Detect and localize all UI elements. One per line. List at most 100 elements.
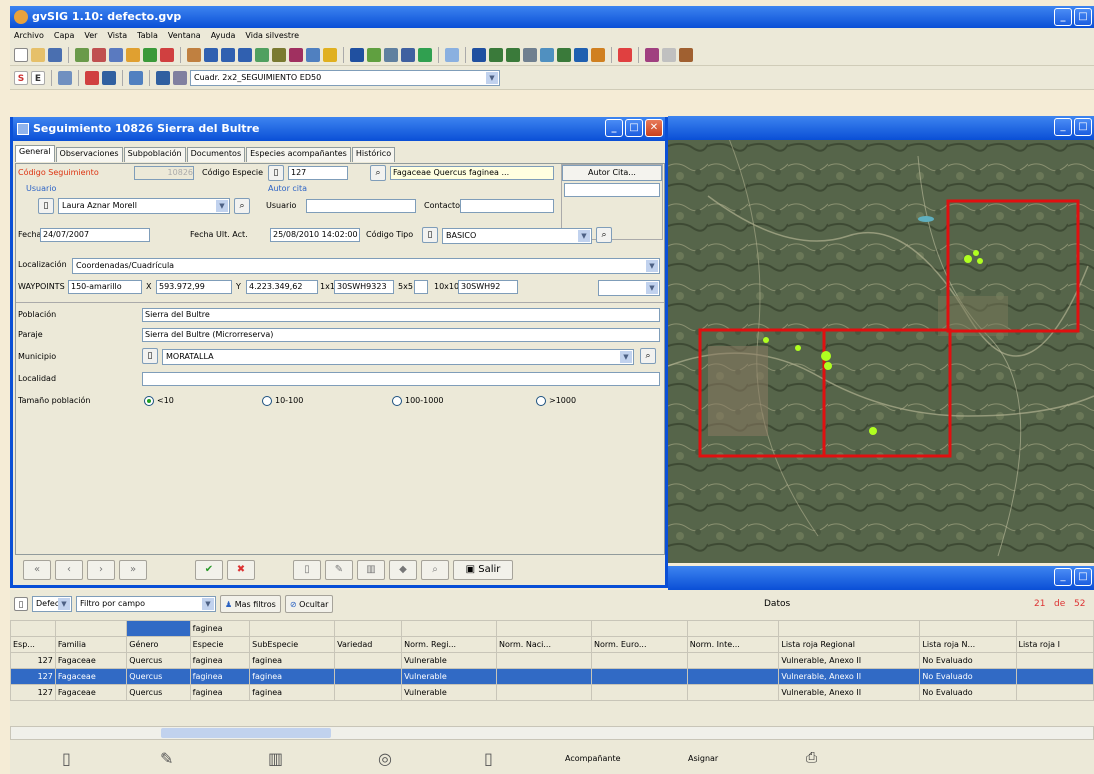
filter-cell[interactable] xyxy=(334,620,403,637)
column-header[interactable]: Norm. Inte... xyxy=(686,636,780,653)
grid-icon[interactable] xyxy=(173,70,187,85)
column-header[interactable]: SubEspecie xyxy=(249,636,336,653)
column-header[interactable]: Norm. Regi... xyxy=(401,636,497,653)
filter-cell[interactable] xyxy=(495,620,592,637)
delete-record-button[interactable]: ▥ xyxy=(357,560,385,580)
table-row[interactable]: 127 Fagaceae Quercus faginea faginea Vulnerab… xyxy=(10,652,1094,669)
asignar-button[interactable]: Asignar xyxy=(688,754,718,763)
target-icon[interactable] xyxy=(160,47,174,62)
find-record-button[interactable]: ⌕ xyxy=(421,560,449,580)
dialog-minimize-button[interactable]: _ xyxy=(605,119,623,137)
accept-button[interactable]: ✔ xyxy=(195,560,223,580)
filter-cell[interactable] xyxy=(686,620,780,637)
horizontal-scrollbar[interactable] xyxy=(10,726,1094,740)
municipio-doc-icon[interactable]: ▯ xyxy=(142,348,158,364)
view-icon[interactable]: ◎ xyxy=(378,749,392,768)
tamano-opt-2[interactable]: 10-100 xyxy=(262,394,303,408)
edit-icon[interactable] xyxy=(126,47,140,62)
tamano-opt-1[interactable]: <10 xyxy=(144,394,174,408)
edit-icon[interactable]: ✎ xyxy=(160,749,173,768)
filter-cell[interactable] xyxy=(54,620,128,637)
table-minimize-button[interactable]: _ xyxy=(1054,568,1072,586)
filter-icon[interactable] xyxy=(618,47,632,62)
new-icon[interactable] xyxy=(14,47,28,62)
menu-item[interactable]: Ayuda xyxy=(211,28,236,44)
chevron-down-icon[interactable]: ▼ xyxy=(578,230,590,242)
save-icon[interactable] xyxy=(48,47,62,62)
properties-icon[interactable] xyxy=(662,47,676,62)
info-icon[interactable] xyxy=(350,47,364,62)
y-field[interactable]: 4.223.349,62 xyxy=(246,280,318,294)
tab-subpoblacion[interactable]: Subpoblación xyxy=(123,147,186,162)
tab-historico[interactable]: Histórico xyxy=(351,147,396,162)
x-field[interactable]: 593.972,99 xyxy=(156,280,232,294)
table-doc-icon[interactable]: ▯ xyxy=(14,597,28,611)
chevron-down-icon[interactable]: ▼ xyxy=(646,282,658,294)
localidad-field[interactable] xyxy=(142,372,660,386)
radio-icon[interactable] xyxy=(262,395,272,406)
layer-select-icon[interactable] xyxy=(129,70,143,85)
ocultar-button[interactable]: ⊘ Ocultar xyxy=(284,595,334,613)
poblacion-field[interactable]: Sierra del Bultre xyxy=(142,308,660,322)
usuario-combo[interactable]: Laura Aznar Morell ▼ xyxy=(58,198,230,214)
select-icon[interactable] xyxy=(323,47,337,62)
view-icon[interactable] xyxy=(109,47,123,62)
pointer-icon[interactable] xyxy=(472,47,486,62)
open-icon[interactable] xyxy=(31,47,45,62)
new-record-button[interactable]: ▯ xyxy=(293,560,321,580)
filter-cell[interactable] xyxy=(919,620,1017,637)
chevron-down-icon[interactable]: ▼ xyxy=(58,598,70,610)
q10-combo[interactable]: ▼ xyxy=(598,280,660,296)
menu-item[interactable]: Vida silvestre xyxy=(245,28,299,44)
paraje-field[interactable]: Sierra del Bultre (Microrreserva) xyxy=(142,328,660,342)
table-icon[interactable] xyxy=(92,47,106,62)
flag-icon[interactable] xyxy=(591,47,605,62)
map-canvas[interactable] xyxy=(668,116,1094,563)
e-button[interactable]: E xyxy=(31,70,45,85)
zoom-full-icon[interactable] xyxy=(238,47,252,62)
layer-combo[interactable]: Cuadr. 2x2_SEGUIMIENTO ED50 ▼ xyxy=(190,69,500,86)
waypoints-field[interactable]: 150-amarillo xyxy=(68,280,142,294)
column-header[interactable]: Lista roja I xyxy=(1015,636,1094,653)
tool-icon[interactable] xyxy=(143,47,157,62)
search-municipio-icon[interactable]: ⌕ xyxy=(640,348,656,364)
zoom-out-icon[interactable] xyxy=(221,47,235,62)
tab-especies-acompanantes[interactable]: Especies acompañantes xyxy=(246,147,351,162)
filter-cell[interactable] xyxy=(126,620,191,637)
q10-field[interactable]: 30SWH92 xyxy=(458,280,518,294)
map-maximize-button[interactable]: □ xyxy=(1074,118,1092,136)
filter-mode-combo[interactable]: Filtro por campo ▼ xyxy=(76,596,216,612)
document-icon[interactable]: ▯ xyxy=(484,749,493,768)
prev-record-button[interactable]: ‹ xyxy=(55,560,83,580)
menu-item[interactable]: Ventana xyxy=(168,28,201,44)
zoom-prev-icon[interactable] xyxy=(272,47,286,62)
minimize-button[interactable]: _ xyxy=(1054,8,1072,26)
localizacion-combo[interactable]: Coordenadas/Cuadrícula ▼ xyxy=(72,258,660,274)
filter-cell[interactable] xyxy=(590,620,688,637)
map-view[interactable] xyxy=(668,116,1094,563)
print-icon[interactable]: ⎙ xyxy=(806,750,817,766)
select-point-icon[interactable] xyxy=(489,47,503,62)
zoom-record-button[interactable]: ◆ xyxy=(389,560,417,580)
link-icon[interactable] xyxy=(418,47,432,62)
select-poly-icon[interactable] xyxy=(523,47,537,62)
salir-button[interactable]: ▣ Salir xyxy=(453,560,513,580)
filter-cell-especie[interactable]: faginea xyxy=(189,620,251,637)
table-row[interactable]: 127 Fagaceae Quercus faginea faginea Vulnerab… xyxy=(10,684,1094,701)
radio-selected-icon[interactable] xyxy=(144,395,154,406)
map-minimize-button[interactable]: _ xyxy=(1054,118,1072,136)
pan-icon[interactable] xyxy=(255,47,269,62)
search-db-icon[interactable] xyxy=(102,70,116,85)
search-icon[interactable] xyxy=(574,47,588,62)
radio-icon[interactable] xyxy=(536,395,546,406)
column-header[interactable]: Lista roja N... xyxy=(919,636,1017,653)
column-header[interactable]: Género xyxy=(126,636,191,653)
edit-layer-icon[interactable] xyxy=(156,70,170,85)
chevron-down-icon[interactable]: ▼ xyxy=(216,200,228,212)
defecto-combo[interactable]: Defecto ▼ xyxy=(32,596,72,612)
first-record-button[interactable]: « xyxy=(23,560,51,580)
search-user-icon[interactable]: ⌕ xyxy=(234,198,250,214)
municipio-combo[interactable]: MORATALLA ▼ xyxy=(162,349,634,365)
select-layer-icon[interactable] xyxy=(540,47,554,62)
tamano-opt-4[interactable]: >1000 xyxy=(536,394,576,408)
